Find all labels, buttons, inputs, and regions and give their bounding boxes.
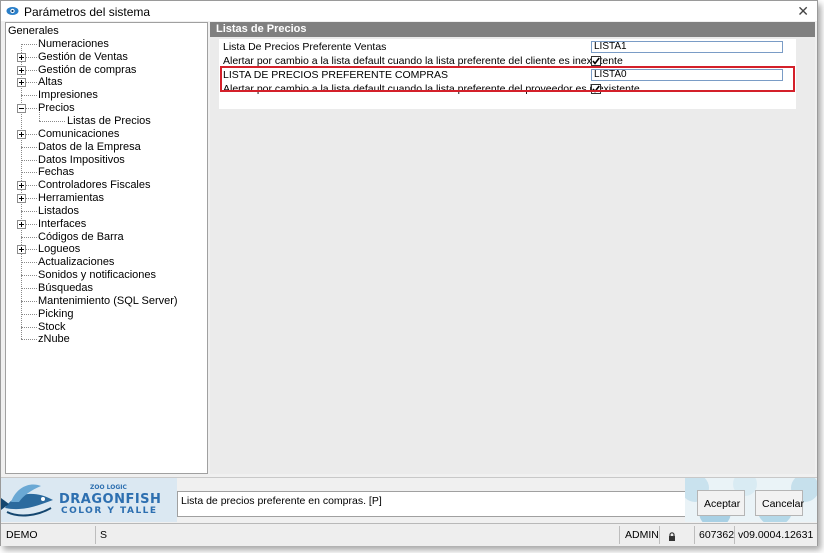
tree-item[interactable]: Fechas xyxy=(38,166,74,179)
property-grid: Lista De Precios Preferente Ventas Alert… xyxy=(219,39,796,109)
tree-item[interactable]: Datos de la Empresa xyxy=(38,141,141,154)
expand-icon[interactable] xyxy=(17,181,26,191)
tree-item[interactable]: Actualizaciones xyxy=(38,256,114,269)
tree-connector xyxy=(21,43,37,45)
expand-icon[interactable] xyxy=(17,65,26,75)
tree-item[interactable]: Gestión de Ventas xyxy=(38,51,128,64)
tree-connector xyxy=(21,300,37,302)
tree-connector xyxy=(21,288,37,289)
bottom-bar: ZOO LOGIC DRAGONFISH COLOR Y TALLE Lista… xyxy=(1,477,817,522)
client-alert-checkbox[interactable] xyxy=(591,56,601,66)
lock-icon xyxy=(669,532,675,541)
status-separator xyxy=(734,526,735,544)
tree-item[interactable]: Generales xyxy=(8,25,59,38)
tree-item[interactable]: Códigos de Barra xyxy=(38,231,124,244)
tree-item[interactable]: Listas de Precios xyxy=(67,115,151,128)
tree-item[interactable]: Mantenimiento (SQL Server) xyxy=(38,295,178,308)
tree-item[interactable]: Altas xyxy=(38,76,62,89)
tree-item[interactable]: Controladores Fiscales xyxy=(38,179,151,192)
tree-item[interactable]: Precios xyxy=(38,102,75,115)
tree-connector xyxy=(21,339,37,341)
tree-item[interactable]: Datos Impositivos xyxy=(38,154,125,167)
settings-pane: Listas de Precios Lista De Precios Prefe… xyxy=(210,22,815,474)
status-bar: DEMO S ADMIN 607362 v09.0004.12631 xyxy=(1,523,817,546)
status-mode: S xyxy=(100,529,108,541)
help-message: Lista de precios preferente en compras. … xyxy=(177,491,687,517)
accept-button[interactable]: Aceptar xyxy=(697,490,745,516)
tree-connector xyxy=(21,275,37,277)
tree-item[interactable]: Herramientas xyxy=(38,192,104,205)
tree-item[interactable]: Gestión de compras xyxy=(38,64,136,77)
tree-connector xyxy=(21,159,37,161)
status-separator xyxy=(659,526,660,544)
dragonfish-logo: ZOO LOGIC DRAGONFISH COLOR Y TALLE xyxy=(1,478,177,522)
status-separator xyxy=(95,526,96,544)
brand-name: DRAGONFISH xyxy=(59,492,162,507)
cancel-button[interactable]: Cancelar xyxy=(755,490,804,516)
checkmark-icon xyxy=(592,57,600,65)
brand-subtitle: COLOR Y TALLE xyxy=(61,506,158,516)
status-version: v09.0004.12631 xyxy=(738,529,814,541)
tree-connector xyxy=(21,146,37,148)
status-user: ADMIN xyxy=(625,529,659,541)
tree-connector xyxy=(21,95,37,97)
tree-connector xyxy=(21,262,37,264)
expand-icon[interactable] xyxy=(17,78,26,88)
status-code: 607362 xyxy=(699,529,735,541)
tree-item[interactable]: zNube xyxy=(38,333,70,346)
tree-connector xyxy=(21,236,37,238)
tree-item[interactable]: Comunicaciones xyxy=(38,128,119,141)
tree-connector xyxy=(39,120,65,122)
tree-connector xyxy=(21,313,37,315)
tree-connector xyxy=(21,43,22,340)
highlight-box xyxy=(220,66,795,92)
tree-item[interactable]: Numeraciones xyxy=(38,38,109,51)
tree-connector xyxy=(21,172,37,174)
status-environment: DEMO xyxy=(6,529,38,541)
close-icon[interactable]: ✕ xyxy=(797,3,809,20)
tree-connector xyxy=(39,112,40,121)
tree-connector xyxy=(21,326,37,328)
tree-item[interactable]: Listados xyxy=(38,205,79,218)
tree-connector xyxy=(21,210,37,212)
company-name: ZOO LOGIC xyxy=(90,484,127,491)
tree-item[interactable]: Búsquedas xyxy=(38,282,93,295)
sales-price-list-input[interactable] xyxy=(591,41,783,53)
expand-icon[interactable] xyxy=(17,219,26,229)
tree-item[interactable]: Stock xyxy=(38,321,66,334)
parameters-window: Parámetros del sistema ✕ Generales Numera… xyxy=(0,0,818,546)
status-separator xyxy=(694,526,695,544)
fish-logo-icon xyxy=(1,484,53,517)
app-eye-icon xyxy=(6,7,19,15)
status-separator xyxy=(619,526,620,544)
tree-item[interactable]: Sonidos y notificaciones xyxy=(38,269,156,282)
property-label: Lista De Precios Preferente Ventas xyxy=(223,41,387,53)
collapse-icon[interactable] xyxy=(17,104,26,114)
tree-item[interactable]: Logueos xyxy=(38,243,80,256)
title-bar: Parámetros del sistema ✕ xyxy=(1,1,817,21)
tree-item[interactable]: Interfaces xyxy=(38,218,86,231)
expand-icon[interactable] xyxy=(17,194,26,204)
tree-item[interactable]: Picking xyxy=(38,308,73,321)
category-tree[interactable]: Generales Numeraciones Gestión de Ventas Ge… xyxy=(5,22,208,474)
tree-item[interactable]: Impresiones xyxy=(38,89,98,102)
expand-icon[interactable] xyxy=(17,52,26,62)
expand-icon[interactable] xyxy=(17,129,26,139)
section-title: Listas de Precios xyxy=(210,22,815,37)
window-title: Parámetros del sistema xyxy=(24,5,151,19)
expand-icon[interactable] xyxy=(17,245,26,255)
